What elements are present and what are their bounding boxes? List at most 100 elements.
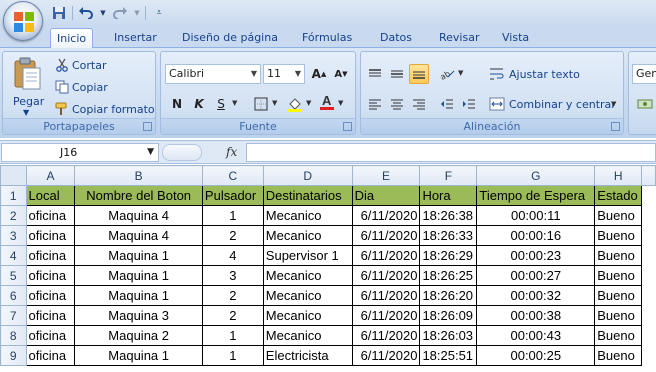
align-left-icon[interactable] xyxy=(365,94,385,114)
formula-input[interactable] xyxy=(246,143,656,162)
currency-icon[interactable] xyxy=(635,94,655,114)
number-format-select[interactable]: Gen xyxy=(632,64,656,84)
borders-icon[interactable] xyxy=(251,94,271,114)
data-cell[interactable]: 2 xyxy=(201,305,264,326)
column-header[interactable]: H xyxy=(594,165,643,186)
row-header[interactable]: 4 xyxy=(0,245,27,266)
data-cell[interactable]: 18:26:20 xyxy=(419,285,478,306)
data-cell[interactable]: 00:00:23 xyxy=(476,245,596,266)
save-icon[interactable] xyxy=(50,5,68,21)
data-cell[interactable]: oficina xyxy=(25,345,76,366)
data-cell[interactable]: 18:26:09 xyxy=(419,305,478,326)
cut-icon[interactable] xyxy=(55,58,69,72)
align-bottom-icon[interactable] xyxy=(409,64,429,84)
format-painter-label[interactable]: Copiar formato xyxy=(72,103,155,116)
empty-cell[interactable] xyxy=(641,185,656,206)
data-cell[interactable]: oficina xyxy=(25,205,76,226)
tab-revisar[interactable]: Revisar xyxy=(433,28,485,48)
data-cell[interactable]: 4 xyxy=(201,245,264,266)
column-header-overflow[interactable] xyxy=(641,165,656,186)
column-header[interactable]: F xyxy=(419,165,478,186)
data-cell[interactable]: 00:00:32 xyxy=(476,285,596,306)
data-cell[interactable]: 18:26:33 xyxy=(419,225,478,246)
data-cell[interactable]: 6/11/2020 xyxy=(351,345,421,366)
data-cell[interactable]: Mecanico xyxy=(262,225,353,246)
data-cell[interactable]: oficina xyxy=(25,285,76,306)
office-button[interactable] xyxy=(3,1,43,41)
font-color-icon[interactable]: A xyxy=(317,92,337,112)
empty-cell[interactable] xyxy=(642,286,656,306)
data-cell[interactable]: 00:00:25 xyxy=(476,345,596,366)
copy-icon[interactable] xyxy=(55,80,69,94)
data-cell[interactable]: Mecanico xyxy=(262,325,353,346)
row-header[interactable]: 1 xyxy=(0,185,27,206)
data-cell[interactable]: 1 xyxy=(201,205,264,226)
align-middle-icon[interactable] xyxy=(387,64,407,84)
data-cell[interactable]: 2 xyxy=(201,285,264,306)
tab-vista[interactable]: Vista xyxy=(496,28,535,48)
header-cell[interactable]: Dia xyxy=(351,185,421,206)
data-cell[interactable]: 18:26:29 xyxy=(419,245,478,266)
row-header[interactable]: 2 xyxy=(0,205,27,226)
empty-cell[interactable] xyxy=(642,246,656,266)
paste-icon[interactable] xyxy=(12,56,42,92)
header-cell[interactable]: Local xyxy=(25,185,76,206)
underline-button[interactable]: S xyxy=(211,94,231,114)
shrink-font-icon[interactable]: A ▼ xyxy=(331,64,351,84)
data-cell[interactable]: Bueno xyxy=(594,305,643,326)
align-center-icon[interactable] xyxy=(387,94,407,114)
fill-color-icon[interactable] xyxy=(285,94,305,114)
name-box[interactable]: J16 ▼ xyxy=(1,143,159,162)
column-header[interactable]: B xyxy=(74,165,203,186)
column-header[interactable]: D xyxy=(262,165,353,186)
row-header[interactable]: 7 xyxy=(0,305,27,326)
data-cell[interactable]: Maquina 1 xyxy=(74,245,203,266)
copy-label[interactable]: Copiar xyxy=(72,81,108,94)
data-cell[interactable]: 1 xyxy=(201,345,264,366)
row-header[interactable]: 8 xyxy=(0,325,27,346)
decrease-indent-icon[interactable] xyxy=(437,94,457,114)
data-cell[interactable]: 00:00:27 xyxy=(476,265,596,286)
data-cell[interactable]: 2 xyxy=(201,225,264,246)
orientation-icon[interactable]: ab xyxy=(437,64,457,84)
merge-center-icon[interactable] xyxy=(489,97,505,111)
row-header[interactable]: 9 xyxy=(0,345,27,366)
insert-function-icon[interactable]: fx xyxy=(226,145,237,159)
data-cell[interactable]: 6/11/2020 xyxy=(351,325,421,346)
column-header[interactable]: E xyxy=(351,165,421,186)
data-cell[interactable]: Bueno xyxy=(594,205,643,226)
data-cell[interactable]: Bueno xyxy=(594,245,643,266)
empty-cell[interactable] xyxy=(642,206,656,226)
row-header[interactable]: 5 xyxy=(0,265,27,286)
data-cell[interactable]: 18:26:38 xyxy=(419,205,478,226)
data-cell[interactable]: 18:26:03 xyxy=(419,325,478,346)
data-cell[interactable]: 18:25:51 xyxy=(419,345,478,366)
header-cell[interactable]: Estado xyxy=(594,185,643,206)
data-cell[interactable]: 6/11/2020 xyxy=(351,285,421,306)
data-cell[interactable]: Mecanico xyxy=(262,285,353,306)
data-cell[interactable]: 6/11/2020 xyxy=(351,205,421,226)
column-header[interactable]: G xyxy=(476,165,596,186)
data-cell[interactable]: Maquina 2 xyxy=(74,325,203,346)
empty-cell[interactable] xyxy=(642,326,656,346)
align-top-icon[interactable] xyxy=(365,64,385,84)
data-cell[interactable]: 1 xyxy=(201,325,264,346)
font-name-select[interactable]: Calibri ▼ xyxy=(165,64,261,84)
undo-dropdown-icon[interactable]: ▼ xyxy=(99,5,107,21)
orientation-dropdown-icon[interactable]: ▼ xyxy=(458,69,463,77)
empty-cell[interactable] xyxy=(642,266,656,286)
merge-center-label[interactable]: Combinar y centrar xyxy=(509,98,616,111)
clipboard-launcher-icon[interactable] xyxy=(143,122,152,131)
data-cell[interactable]: Bueno xyxy=(594,225,643,246)
select-all-corner[interactable] xyxy=(0,165,27,186)
header-cell[interactable]: Pulsador xyxy=(201,185,264,206)
data-cell[interactable]: Maquina 1 xyxy=(74,265,203,286)
data-cell[interactable]: Mecanico xyxy=(262,305,353,326)
data-cell[interactable]: 6/11/2020 xyxy=(351,305,421,326)
data-cell[interactable]: Bueno xyxy=(594,285,643,306)
row-header[interactable]: 6 xyxy=(0,285,27,306)
customize-toolbar-icon[interactable]: ⩡ xyxy=(150,5,168,21)
data-cell[interactable]: oficina xyxy=(25,225,76,246)
empty-cell[interactable] xyxy=(642,306,656,326)
cut-label[interactable]: Cortar xyxy=(72,59,107,72)
